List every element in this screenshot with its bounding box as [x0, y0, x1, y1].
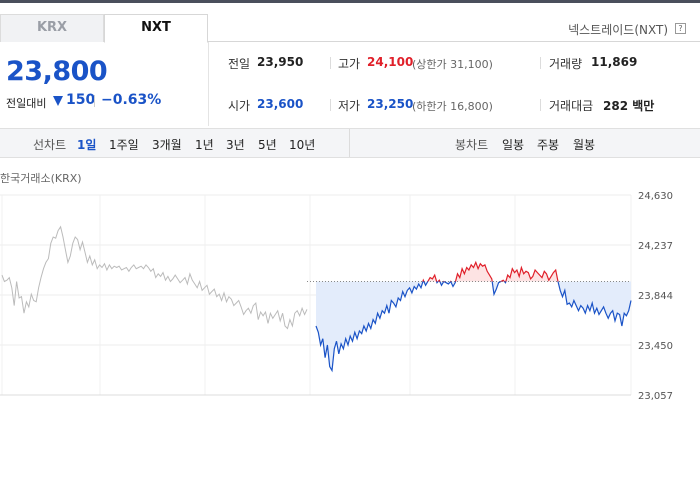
upper-limit: (상한가 31,100) — [412, 58, 493, 71]
period-1d-button[interactable]: 1일 — [77, 136, 96, 153]
y-tick-label: 23,844 — [638, 291, 673, 302]
change-amount: 150 — [66, 92, 96, 108]
low-label: 저가 — [338, 99, 361, 113]
help-icon[interactable]: ? — [675, 23, 686, 34]
divider — [540, 99, 541, 111]
period-3y-button[interactable]: 3년 — [226, 136, 245, 153]
period-1y-button[interactable]: 1년 — [195, 136, 214, 153]
volume-label: 거래량 — [549, 57, 583, 71]
divider — [540, 57, 541, 69]
divider — [94, 95, 95, 107]
intraday-line-chart: 24,630 24,237 23,844 23,450 23,057 — [0, 191, 673, 400]
tab-nxt[interactable]: NXT — [104, 14, 208, 43]
krx-price-line — [1, 225, 308, 330]
current-price: 23,800 — [6, 56, 108, 87]
open-value: 23,600 — [257, 97, 304, 111]
y-tick-label: 24,630 — [638, 191, 673, 202]
down-arrow-icon — [53, 96, 63, 106]
high-label: 고가 — [338, 57, 361, 71]
chart-plot-area — [1, 225, 632, 373]
volume-value: 11,869 — [591, 55, 638, 69]
prev-close-label: 전일 — [228, 57, 251, 71]
high-value: 24,100 — [367, 55, 414, 69]
divider — [349, 129, 350, 157]
trade-amount-value: 282 백만 — [603, 99, 655, 113]
change-label: 전일대비 — [6, 97, 47, 110]
period-10y-button[interactable]: 10년 — [289, 136, 315, 153]
divider — [330, 99, 331, 111]
nextrade-link[interactable]: 넥스트레이드(NXT) — [568, 21, 668, 38]
prev-close-value: 23,950 — [257, 55, 304, 69]
change-percent: −0.63% — [101, 92, 162, 108]
period-3m-button[interactable]: 3개월 — [152, 136, 182, 153]
chart-toolbar: 선차트 1일 1주일 3개월 1년 3년 5년 10년 봉차트 일봉 주봉 월봉 — [0, 128, 700, 158]
tab-krx[interactable]: KRX — [0, 14, 104, 42]
period-1w-button[interactable]: 1주일 — [109, 136, 139, 153]
low-value: 23,250 — [367, 97, 414, 111]
divider — [208, 42, 209, 126]
y-tick-label: 24,237 — [638, 241, 673, 252]
top-border — [0, 0, 700, 3]
open-label: 시가 — [228, 99, 251, 113]
chart-grid — [0, 194, 632, 396]
candle-chart-label: 봉차트 — [455, 138, 489, 152]
chart-source-caption: 한국거래소(KRX) — [0, 172, 82, 185]
divider — [330, 57, 331, 69]
period-5y-button[interactable]: 5년 — [258, 136, 277, 153]
candle-monthly-button[interactable]: 월봉 — [573, 136, 595, 153]
candle-daily-button[interactable]: 일봉 — [502, 136, 524, 153]
lower-limit: (하한가 16,800) — [412, 100, 493, 113]
candle-weekly-button[interactable]: 주봉 — [537, 136, 559, 153]
line-chart-label: 선차트 — [33, 138, 67, 152]
y-tick-label: 23,450 — [638, 341, 673, 352]
y-tick-label: 23,057 — [638, 391, 673, 400]
trade-amount-label: 거래대금 — [549, 99, 594, 113]
y-axis-labels: 24,630 24,237 23,844 23,450 23,057 — [638, 191, 673, 400]
